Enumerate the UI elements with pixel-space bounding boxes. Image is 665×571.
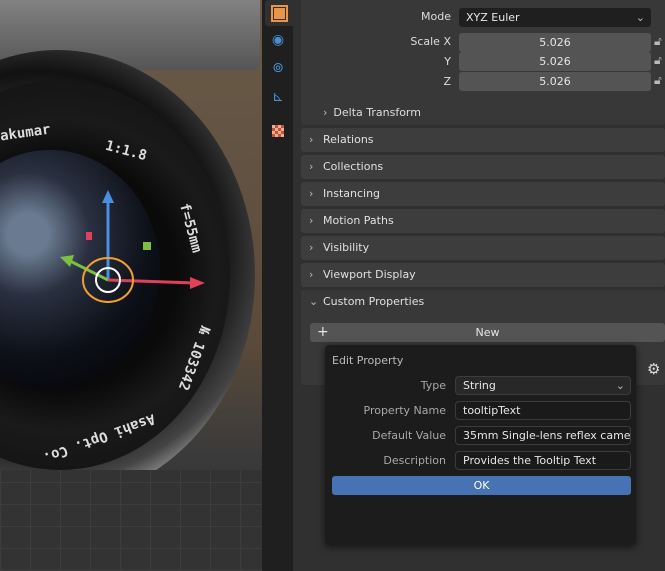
chevron-right-icon: ›: [323, 106, 328, 119]
transform-gizmo[interactable]: [50, 185, 210, 315]
tab-texture[interactable]: [265, 118, 291, 144]
panel-relations[interactable]: › Relations: [301, 128, 665, 152]
delta-transform-header[interactable]: › Delta Transform: [323, 106, 421, 119]
mode-value: XYZ Euler: [466, 11, 520, 24]
custom-properties-header[interactable]: ⌄ Custom Properties: [301, 290, 665, 314]
plus-icon: +: [317, 324, 329, 340]
gear-icon[interactable]: ⚙: [647, 360, 660, 378]
chevron-right-icon: ›: [309, 214, 314, 227]
lock-icon[interactable]: 🔓︎: [654, 53, 662, 68]
chevron-right-icon: ›: [309, 241, 314, 254]
dialog-title: Edit Property: [332, 354, 404, 367]
panel-visibility[interactable]: › Visibility: [301, 236, 665, 260]
panel-label: Visibility: [323, 241, 370, 254]
description-input[interactable]: Provides the Tooltip Text: [455, 451, 631, 470]
type-label: Type: [420, 379, 446, 392]
type-dropdown[interactable]: String ⌄: [455, 376, 631, 395]
mode-label: Mode: [421, 10, 451, 23]
tab-constraints[interactable]: ⊚: [265, 55, 291, 81]
panel-label: Instancing: [323, 187, 381, 200]
tab-physics[interactable]: ◉: [265, 27, 291, 53]
lock-icon[interactable]: 🔓︎: [654, 34, 662, 49]
lock-icon[interactable]: 🔓︎: [654, 73, 662, 88]
panel-viewport-display[interactable]: › Viewport Display: [301, 263, 665, 287]
property-name-input[interactable]: tooltipText: [455, 401, 631, 420]
physics-icon: ◉: [271, 32, 285, 48]
scale-y-label: Y: [444, 55, 451, 68]
edit-property-dialog: Edit Property Type String ⌄ Property Name…: [325, 345, 636, 545]
new-label: New: [475, 326, 500, 339]
panel-label: Custom Properties: [323, 295, 425, 308]
default-value-label: Default Value: [372, 429, 446, 442]
chevron-down-icon: ⌄: [309, 295, 319, 308]
texture-icon: [272, 125, 284, 137]
chevron-right-icon: ›: [309, 187, 314, 200]
default-value-input[interactable]: 35mm Single-lens reflex camera: [455, 426, 631, 445]
scale-x-field[interactable]: 5.026: [459, 33, 651, 52]
panel-motion-paths[interactable]: › Motion Paths: [301, 209, 665, 233]
scale-z-label: Z: [443, 75, 451, 88]
chevron-down-icon: ⌄: [615, 379, 625, 392]
type-value: String: [463, 379, 496, 392]
panel-instancing[interactable]: › Instancing: [301, 182, 665, 206]
description-label: Description: [383, 454, 446, 467]
properties-tabs: ◉ ⊚ ⊾: [262, 0, 293, 571]
panel-label: Collections: [323, 160, 384, 173]
constraints-icon: ⊚: [272, 60, 284, 76]
chevron-right-icon: ›: [309, 160, 314, 173]
floor-grid: [0, 470, 262, 571]
panel-label: Motion Paths: [323, 214, 394, 227]
panel-label: Viewport Display: [323, 268, 416, 281]
object-data-icon: ⊾: [272, 89, 284, 105]
chevron-right-icon: ›: [309, 133, 314, 146]
ok-button[interactable]: OK: [332, 476, 631, 495]
panel-collections[interactable]: › Collections: [301, 155, 665, 179]
scale-z-field[interactable]: 5.026: [459, 72, 651, 91]
tab-object-data[interactable]: ⊾: [265, 84, 291, 110]
property-name-label: Property Name: [363, 404, 447, 417]
panel-label: Relations: [323, 133, 374, 146]
tab-object[interactable]: [265, 0, 293, 26]
object-icon: [270, 4, 288, 22]
chevron-right-icon: ›: [309, 268, 314, 281]
delta-transform-label: Delta Transform: [333, 106, 421, 119]
chevron-down-icon: ⌄: [635, 11, 645, 24]
scale-y-field[interactable]: 5.026: [459, 52, 651, 71]
mode-dropdown[interactable]: XYZ Euler ⌄: [459, 8, 651, 27]
3d-viewport[interactable]: akumar 1:1.8 f=55mm № 103342 Asahi Opt. …: [0, 0, 262, 571]
scale-x-label: Scale X: [410, 35, 451, 48]
new-property-button[interactable]: + New: [310, 323, 665, 342]
